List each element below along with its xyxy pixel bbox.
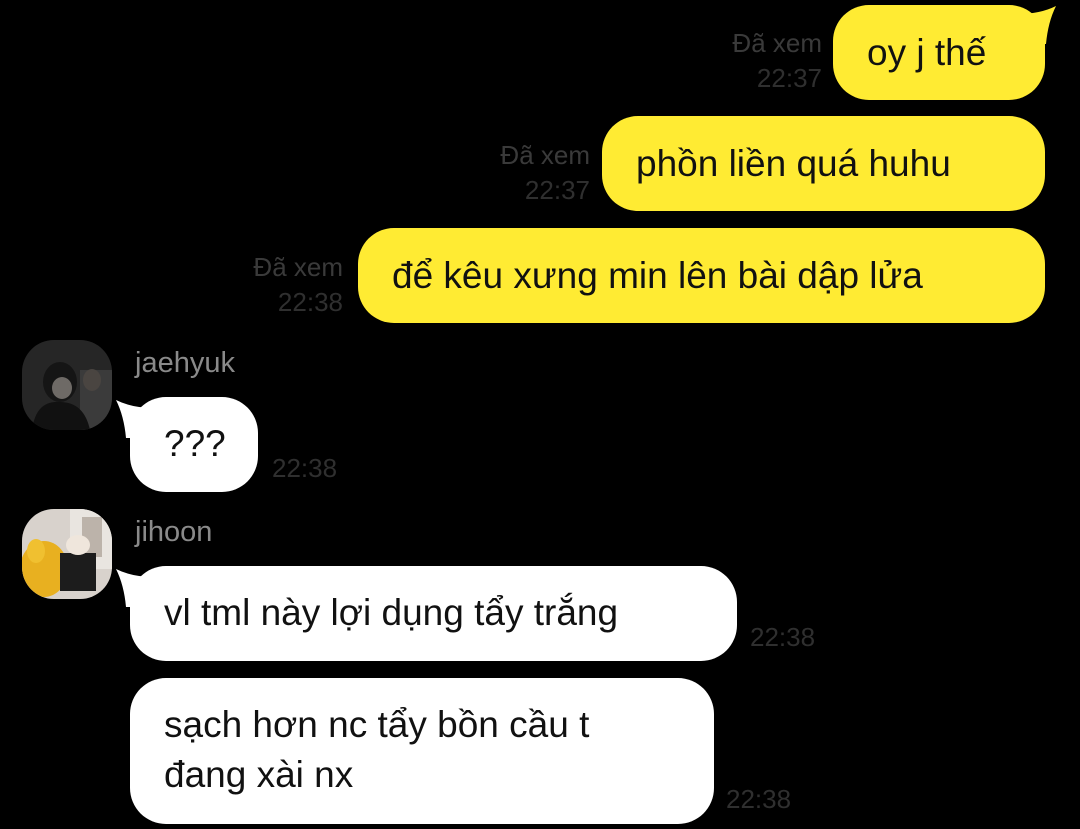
read-receipt: Đã xem (732, 28, 822, 58)
message-text: để kêu xưng min lên bài dập lửa (392, 255, 923, 296)
message-meta: Đã xem 22:38 (253, 250, 343, 320)
message-text: vl tml này lợi dụng tẩy trắng (164, 592, 619, 633)
incoming-message-bubble[interactable]: vl tml này lợi dụng tẩy trắng (130, 566, 737, 661)
read-receipt: Đã xem (500, 140, 590, 170)
incoming-message-bubble[interactable]: sạch hơn nc tẩy bồn cầu t đang xài nx (130, 678, 714, 824)
avatar[interactable] (22, 340, 112, 430)
message-text: oy j thế (867, 32, 987, 73)
profile-photo-icon (22, 509, 112, 599)
message-text: phồn liền quá huhu (636, 143, 951, 184)
message-meta: Đã xem 22:37 (500, 138, 590, 208)
read-receipt: Đã xem (253, 252, 343, 282)
message-meta: Đã xem 22:37 (732, 26, 822, 96)
profile-photo-icon (22, 340, 112, 430)
outgoing-message-bubble[interactable]: oy j thế (833, 5, 1045, 100)
avatar[interactable] (22, 509, 112, 599)
message-time: 22:38 (277, 287, 343, 317)
message-text-line: sạch hơn nc tẩy bồn cầu t (164, 704, 590, 745)
message-time: 22:37 (524, 175, 590, 205)
message-time: 22:38 (750, 622, 816, 652)
sender-name: jihoon (135, 516, 213, 548)
outgoing-message-bubble[interactable]: phồn liền quá huhu (602, 116, 1045, 211)
message-time: 22:37 (756, 63, 822, 93)
sender-name: jaehyuk (135, 347, 235, 379)
outgoing-message-bubble[interactable]: để kêu xưng min lên bài dập lửa (358, 228, 1045, 323)
message-text-line: đang xài nx (164, 754, 354, 795)
message-time: 22:38 (726, 784, 792, 814)
chat-room: Đã xem 22:37 oy j thế Đã xem 22:37 phồn … (0, 0, 1080, 829)
message-text: ??? (164, 423, 226, 464)
message-time: 22:38 (272, 453, 338, 483)
incoming-message-bubble[interactable]: ??? (130, 397, 258, 492)
